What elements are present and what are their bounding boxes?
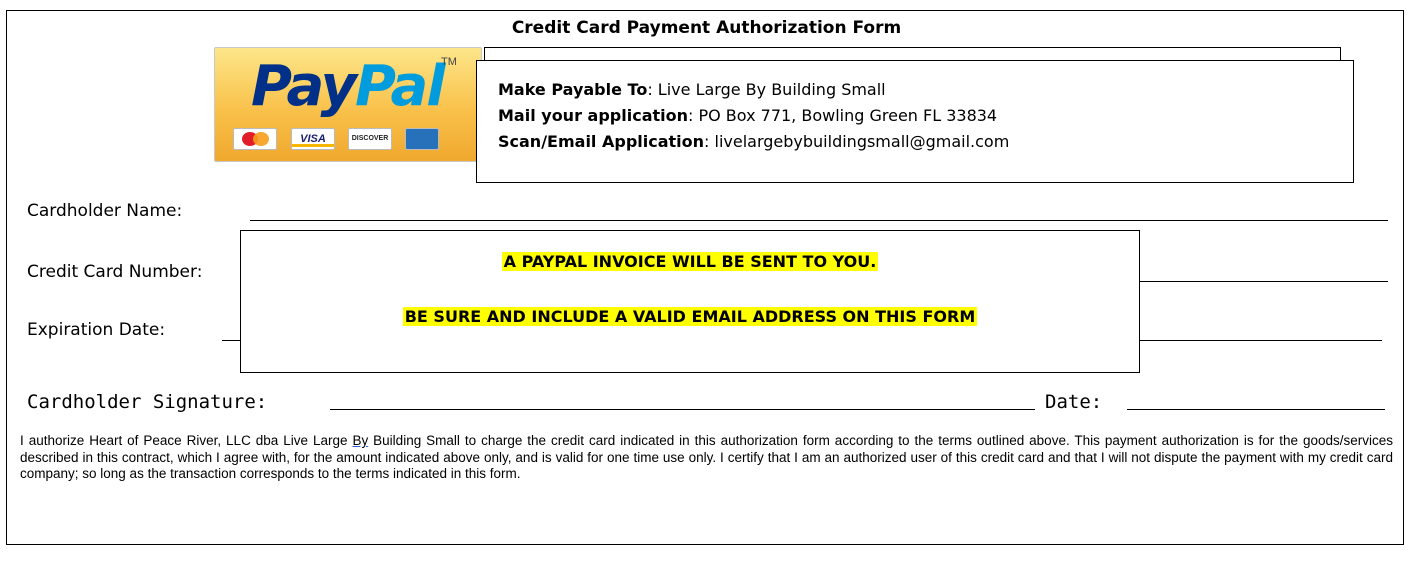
trademark-mark: TM — [441, 56, 457, 68]
paypal-wordmark: PayPal — [251, 54, 445, 119]
paypal-invoice-notice: A PAYPAL INVOICE WILL BE SENT TO YOU. BE… — [240, 230, 1140, 373]
scan-email-line: Scan/Email Application: livelargebybuild… — [498, 132, 1010, 151]
expiration-field-left[interactable] — [222, 340, 240, 341]
expiration-date-label: Expiration Date: — [27, 320, 166, 340]
discover-icon: DISCOVER — [348, 128, 392, 150]
cardholder-name-label: Cardholder Name: — [27, 201, 183, 221]
form-title: Credit Card Payment Authorization Form — [511, 18, 902, 38]
mail-application-line: Mail your application: PO Box 771, Bowli… — [498, 106, 998, 125]
paypal-logo: PayPal TM VISA DISCOVER — [214, 47, 482, 162]
notice-line-2: BE SURE AND INCLUDE A VALID EMAIL ADDRES… — [402, 307, 978, 326]
date-label: Date: — [1045, 391, 1103, 413]
visa-icon: VISA — [291, 128, 335, 150]
notice-line-1: A PAYPAL INVOICE WILL BE SENT TO YOU. — [501, 252, 879, 271]
mastercard-icon — [233, 128, 277, 150]
date-field[interactable] — [1127, 409, 1385, 410]
authorization-text: I authorize Heart of Peace River, LLC db… — [20, 433, 1394, 481]
amex-icon — [405, 128, 439, 150]
card-number-field[interactable] — [1140, 281, 1388, 282]
signature-field[interactable] — [330, 409, 1035, 410]
signature-label: Cardholder Signature: — [27, 391, 268, 413]
payable-info-box: Make Payable To: Live Large By Building … — [476, 60, 1354, 183]
expiration-field-right[interactable] — [1140, 340, 1382, 341]
cardholder-name-field[interactable] — [250, 220, 1388, 221]
payable-to-line: Make Payable To: Live Large By Building … — [498, 80, 886, 99]
card-number-label: Credit Card Number: — [27, 262, 203, 282]
